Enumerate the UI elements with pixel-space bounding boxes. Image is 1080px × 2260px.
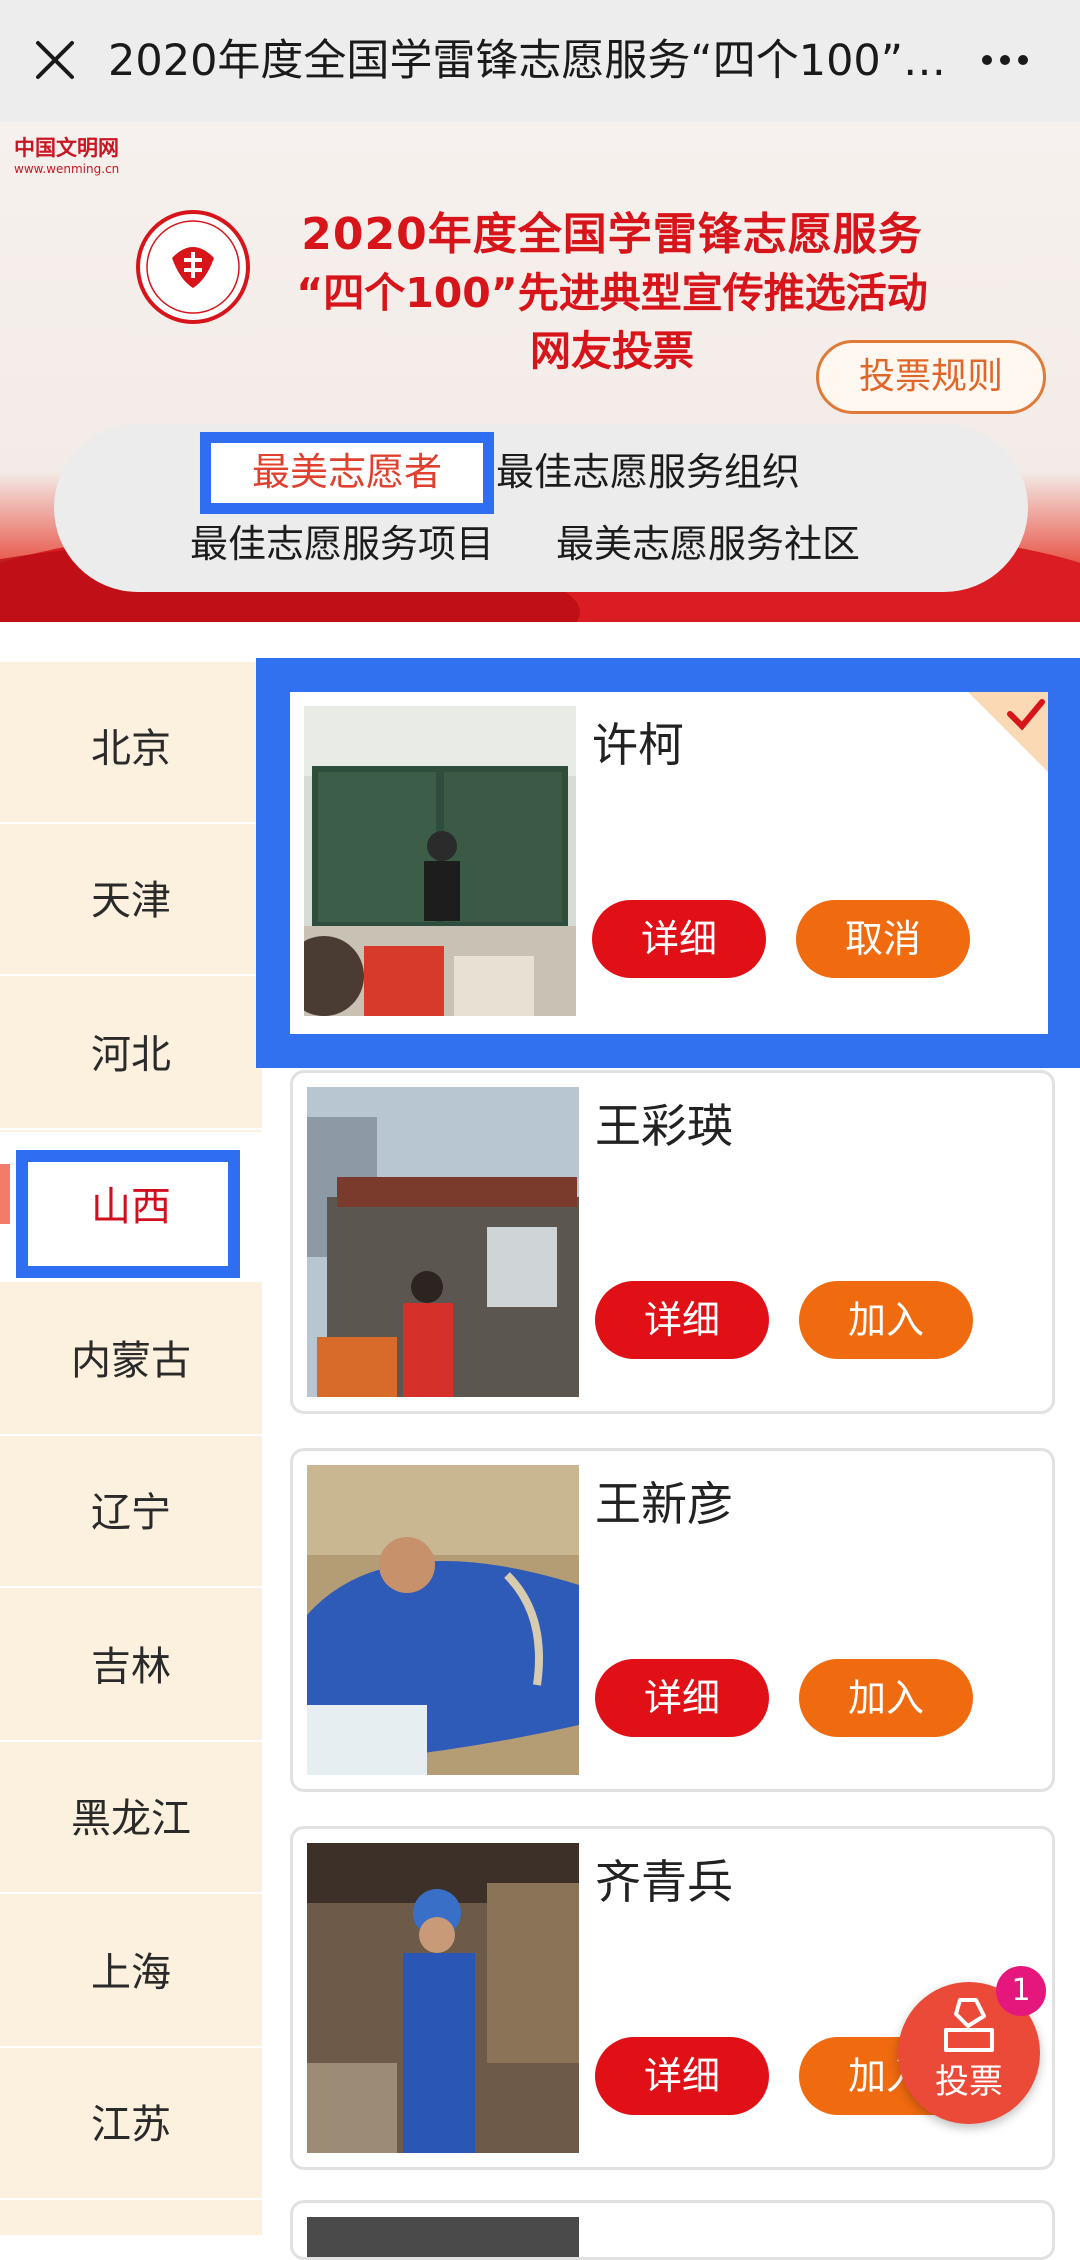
province-highlight-box xyxy=(16,1150,240,1278)
province-item[interactable]: 河北 xyxy=(0,980,262,1130)
detail-button[interactable]: 详细 xyxy=(592,900,766,978)
tab-best-volunteer-organization[interactable]: 最佳志愿服务组织 xyxy=(496,444,800,500)
tab-most-beautiful-volunteer[interactable]: 最美志愿者 xyxy=(252,444,442,500)
ballot-box-icon xyxy=(944,1998,994,2052)
province-item[interactable]: 北京 xyxy=(0,674,262,824)
candidate-card: 王彩瑛 详细 加入 xyxy=(290,1070,1055,1414)
selected-check-icon xyxy=(968,692,1048,772)
top-bar: 2020年度全国学雷锋志愿服务“四个100”… xyxy=(0,0,1080,122)
province-item[interactable]: 辽宁 xyxy=(0,1438,262,1588)
candidate-name: 王彩瑛 xyxy=(595,1099,733,1153)
province-item[interactable]: 天津 xyxy=(0,826,262,976)
logo-text-cn: 中国文明网 xyxy=(14,136,119,160)
headline-line1: 2020年度全国学雷锋志愿服务 xyxy=(301,209,923,260)
province-item[interactable]: 吉林 xyxy=(0,1592,262,1742)
candidate-photo[interactable] xyxy=(304,706,576,1016)
candidate-photo[interactable] xyxy=(307,1465,579,1775)
add-vote-button[interactable]: 加入 xyxy=(799,1659,973,1737)
headline-line2: “四个100”先进典型宣传推选活动 xyxy=(296,269,928,317)
detail-button[interactable]: 详细 xyxy=(595,2037,769,2115)
active-province-indicator xyxy=(0,1164,10,1224)
candidate-photo[interactable] xyxy=(307,1843,579,2153)
province-item[interactable]: 内蒙古 xyxy=(0,1286,262,1436)
wenming-logo: 中国文明网 www.wenming.cn xyxy=(14,136,134,186)
candidate-name: 王新彦 xyxy=(595,1477,733,1531)
candidate-name: 齐青兵 xyxy=(595,1855,733,1909)
page-title: 2020年度全国学雷锋志愿服务“四个100”… xyxy=(108,36,947,86)
candidate-photo[interactable] xyxy=(307,2217,579,2257)
tab-best-volunteer-community[interactable]: 最美志愿服务社区 xyxy=(556,516,860,572)
volunteer-service-logo xyxy=(136,210,250,324)
add-vote-button[interactable]: 加入 xyxy=(799,1281,973,1359)
province-item[interactable]: 上海 xyxy=(0,1898,262,2048)
vote-count-badge: 1 xyxy=(996,1966,1046,2016)
candidate-card: 王新彦 详细 加入 xyxy=(290,1448,1055,1792)
province-item[interactable]: 江苏 xyxy=(0,2050,262,2200)
voting-rules-button[interactable]: 投票规则 xyxy=(816,340,1046,414)
candidate-card: 许柯 详细 取消 xyxy=(290,692,1048,1034)
detail-button[interactable]: 详细 xyxy=(595,1281,769,1359)
logo-text-en: www.wenming.cn xyxy=(14,162,120,176)
tab-best-volunteer-project[interactable]: 最佳志愿服务项目 xyxy=(190,516,494,572)
candidate-photo[interactable] xyxy=(307,1087,579,1397)
detail-button[interactable]: 详细 xyxy=(595,1659,769,1737)
cancel-vote-button[interactable]: 取消 xyxy=(796,900,970,978)
close-icon[interactable] xyxy=(32,37,78,83)
campaign-banner: 中国文明网 www.wenming.cn 2020年度全国学雷锋志愿服务 “四个… xyxy=(0,122,1080,622)
candidate-card xyxy=(290,2200,1055,2260)
more-options-icon[interactable] xyxy=(978,40,1032,80)
province-item[interactable]: 黑龙江 xyxy=(0,1744,262,1894)
candidate-name: 许柯 xyxy=(592,718,684,772)
vote-label: 投票 xyxy=(935,2062,1003,2102)
